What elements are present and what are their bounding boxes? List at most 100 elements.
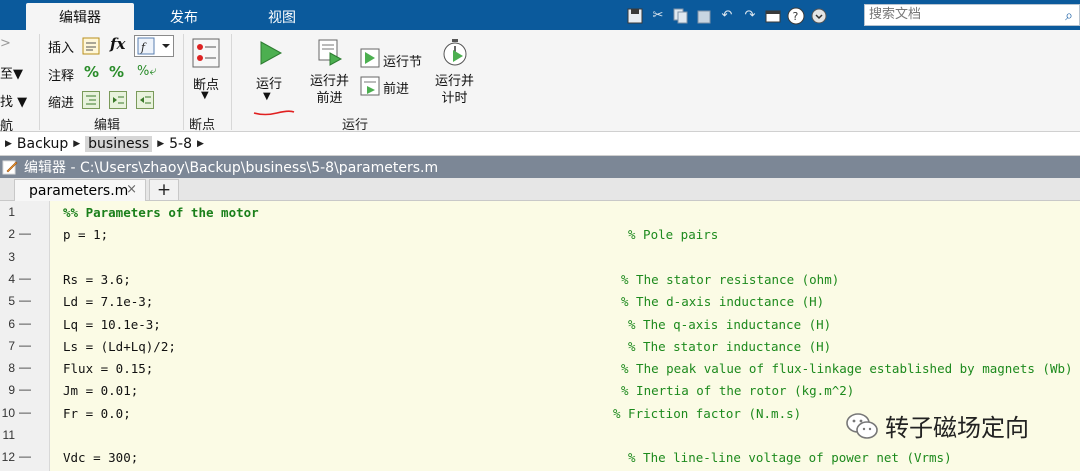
file-tab-parameters[interactable]: parameters.m × (14, 179, 146, 201)
find-dropdown[interactable]: 找 ▼ (0, 91, 27, 110)
edit-group-label: 编辑 (94, 118, 121, 133)
watermark-text: 转子磁场定向 (885, 414, 1029, 442)
code-comment: % Friction factor (N.m.s) (613, 405, 802, 421)
search-icon[interactable]: ⌕ (1065, 6, 1073, 26)
left-arrow-icon: > (0, 36, 11, 51)
code-line[interactable]: 9 — Jm = 0.01; % Inertia of the rotor (kg.m… (0, 379, 1080, 401)
code-line[interactable]: 2 — p = 1; % Pole pairs (0, 223, 1080, 245)
options-chevron-icon[interactable] (809, 6, 829, 26)
run-and-advance-icon[interactable] (316, 38, 344, 66)
code-comment: % The stator resistance (ohm) (621, 271, 840, 287)
quick-access-toolbar: ✂ ↶ ↷ ? (625, 5, 832, 26)
decrease-indent-icon[interactable] (136, 91, 154, 109)
smart-indent-icon[interactable] (82, 91, 100, 109)
executable-line-marker[interactable]: — (19, 382, 31, 396)
code-text: Flux = 0.15; (63, 361, 154, 377)
line-number: 4 (8, 271, 15, 286)
increase-indent-icon[interactable] (109, 91, 127, 109)
advance-icon[interactable] (360, 76, 380, 96)
run-and-advance-button[interactable]: 运行并 前进 (310, 73, 349, 107)
insert-section-icon[interactable] (82, 37, 100, 55)
code-line[interactable]: 4 — Rs = 3.6; % The stator resistance (ohm) (0, 268, 1080, 290)
line-number: 11 (2, 428, 15, 442)
goto-dropdown[interactable]: 至▼ (0, 63, 23, 82)
file-tabs-bar: parameters.m × + (0, 178, 1080, 201)
file-tab-label: parameters.m (29, 182, 129, 199)
code-text: Fr = 0.0; (63, 405, 131, 421)
comment-percent-icon[interactable]: % (84, 63, 99, 81)
run-dropdown-arrow-icon[interactable]: ▼ (263, 91, 271, 102)
run-and-time-button[interactable]: 运行并 计时 (435, 73, 474, 107)
undo-icon[interactable]: ↶ (717, 6, 737, 26)
search-documentation-input[interactable]: 搜索文档 ⌕ (864, 4, 1080, 26)
breakpoints-icon[interactable] (192, 38, 220, 68)
breadcrumb-item[interactable]: Backup (17, 136, 68, 152)
editor-title-bar: 编辑器 - C:\Users\zhaoy\Backup\business\5-8… (0, 156, 1080, 178)
code-comment: % Inertia of the rotor (kg.m^2) (621, 383, 855, 399)
section-header-code: %% Parameters of the motor (63, 205, 259, 220)
svg-text:?: ? (793, 10, 799, 23)
tab-publish[interactable]: 发布 (136, 3, 232, 30)
insert-function-button[interactable]: fx (110, 35, 125, 53)
wrap-comments-icon[interactable]: %⤶ (137, 64, 157, 79)
code-line[interactable]: 8 — Flux = 0.15; % The peak value of flux-l… (0, 357, 1080, 379)
executable-line-marker[interactable]: — (19, 449, 31, 463)
run-button[interactable]: 运行 (256, 73, 282, 92)
advance-button[interactable]: 前进 (383, 78, 409, 97)
code-text: Vdc = 300; (63, 450, 139, 466)
insert-function-dropdown[interactable]: f (134, 35, 174, 57)
code-line[interactable]: 5 — Ld = 7.1e-3; % The d-axis inductance (H… (0, 290, 1080, 312)
breadcrumb-arrow-icon: ▶ (5, 138, 12, 149)
executable-line-marker[interactable]: — (19, 293, 31, 307)
separator (231, 34, 232, 130)
help-icon[interactable]: ? (786, 6, 806, 26)
red-underline-annotation (253, 110, 295, 116)
code-comment: % The q-axis inductance (H) (628, 316, 832, 332)
redo-icon[interactable]: ↷ (740, 6, 760, 26)
breadcrumb-item[interactable]: 5-8 (169, 136, 192, 152)
breadcrumb: ▶ Backup ▶ business ▶ 5-8 ▶ (0, 132, 1080, 156)
code-comment: % The line-line voltage of power net (Vr… (628, 450, 952, 466)
insert-button[interactable]: 插入 (48, 37, 74, 56)
executable-line-marker[interactable]: — (19, 271, 31, 285)
uncomment-icon[interactable]: % (109, 63, 124, 81)
close-tab-icon[interactable]: × (126, 182, 137, 197)
run-section-button[interactable]: 运行节 (383, 51, 422, 70)
tab-view[interactable]: 视图 (234, 3, 330, 30)
editor-title-text: 编辑器 - C:\Users\zhaoy\Backup\business\5-8… (24, 160, 439, 176)
breadcrumb-arrow-icon: ▶ (197, 138, 204, 149)
matlab-editor-window: 编辑器 发布 视图 ✂ ↶ ↷ ? 搜索文档 ⌕ > 至▼ 找 ▼ 航 插入 f… (0, 0, 1080, 471)
code-text: Rs = 3.6; (63, 271, 131, 287)
line-number: 8 (8, 361, 15, 376)
code-text: Jm = 0.01; (63, 383, 139, 399)
save-icon[interactable] (625, 6, 645, 26)
indent-button[interactable]: 缩进 (48, 92, 74, 111)
tab-editor[interactable]: 编辑器 (26, 3, 134, 30)
executable-line-marker[interactable]: — (19, 360, 31, 374)
executable-line-marker[interactable]: — (19, 405, 31, 419)
comment-button[interactable]: 注释 (48, 65, 74, 84)
breadcrumb-item-selected[interactable]: business (85, 135, 153, 152)
line-number: 6 (8, 316, 15, 331)
executable-line-marker[interactable]: — (19, 226, 31, 240)
run-play-icon[interactable] (256, 39, 284, 67)
run-and-time-icon[interactable] (442, 38, 470, 68)
run-section-icon[interactable] (360, 48, 380, 68)
toolstrip-tabbar: 编辑器 发布 视图 ✂ ↶ ↷ ? 搜索文档 ⌕ (0, 0, 1080, 30)
executable-line-marker[interactable]: — (19, 316, 31, 330)
code-line[interactable]: 3 (0, 246, 1080, 268)
executable-line-marker[interactable]: — (19, 338, 31, 352)
code-line[interactable]: 7 — Ls = (Ld+Lq)/2; % The stator inductance… (0, 335, 1080, 357)
code-line[interactable]: 12 — Vdc = 300; % The line-line voltage of … (0, 446, 1080, 468)
breakpoints-dropdown-arrow-icon[interactable]: ▼ (201, 90, 209, 101)
code-text: Lq = 10.1e-3; (63, 316, 161, 332)
copy-icon[interactable] (671, 6, 691, 26)
cut-icon[interactable]: ✂ (648, 6, 668, 26)
code-comment: % The peak value of flux-linkage establi… (621, 361, 1073, 377)
code-line[interactable]: 1 %% Parameters of the motor (0, 201, 1080, 223)
new-tab-button[interactable]: + (149, 179, 179, 201)
switch-windows-icon[interactable] (763, 6, 783, 26)
paste-icon[interactable] (694, 6, 714, 26)
line-number: 12 (1, 450, 15, 465)
code-line[interactable]: 6 — Lq = 10.1e-3; % The q-axis inductance (… (0, 313, 1080, 335)
